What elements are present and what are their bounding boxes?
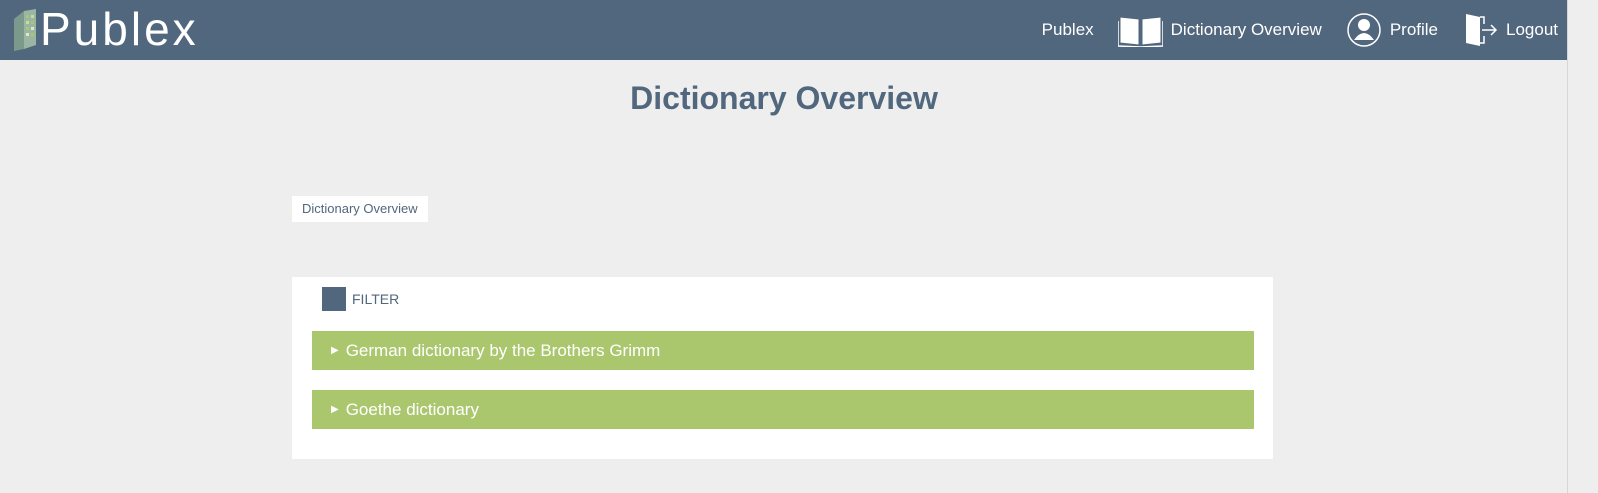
publex-logo[interactable]: Publex — [12, 6, 199, 52]
expand-arrow-icon: ▶ — [331, 404, 339, 415]
nav-logout-label: Logout — [1506, 20, 1558, 39]
filter-toggle[interactable]: FILTER — [322, 287, 399, 311]
breadcrumb[interactable]: Dictionary Overview — [292, 196, 428, 222]
nav-profile[interactable]: Profile — [1346, 12, 1438, 48]
open-book-icon — [1117, 16, 1163, 47]
logout-door-icon — [1466, 14, 1498, 46]
nav-logout[interactable]: Logout — [1462, 12, 1558, 48]
book-logo-icon — [14, 9, 36, 51]
nav-dictionary-overview-label: Dictionary Overview — [1170, 20, 1322, 39]
dictionary-list-panel: FILTER ▶ German dictionary by the Brothe… — [292, 277, 1273, 459]
user-circle-icon — [1347, 13, 1381, 47]
logo-text: Publex — [40, 3, 199, 55]
main-nav: Publex Dictionary Overview Profile Logou… — [1018, 0, 1558, 60]
nav-dictionary-overview[interactable]: Dictionary Overview — [1117, 13, 1322, 47]
dictionary-item-grimm[interactable]: ▶ German dictionary by the Brothers Grim… — [312, 331, 1254, 370]
dictionary-item-label: German dictionary by the Brothers Grimm — [345, 340, 661, 360]
filter-checkbox[interactable] — [322, 287, 346, 311]
expand-arrow-icon: ▶ — [331, 345, 339, 356]
top-navigation-bar: Publex Publex Dictionary Overview Profil… — [0, 0, 1568, 60]
filter-label: FILTER — [352, 291, 400, 307]
page-title: Dictionary Overview — [630, 80, 938, 116]
dictionary-item-goethe[interactable]: ▶ Goethe dictionary — [312, 390, 1254, 429]
dictionary-item-label: Goethe dictionary — [345, 399, 479, 419]
nav-profile-label: Profile — [1389, 20, 1438, 39]
nav-publex[interactable]: Publex — [1042, 20, 1094, 40]
nav-publex-label: Publex — [1041, 20, 1094, 39]
page-scrollbar[interactable] — [1567, 0, 1598, 493]
